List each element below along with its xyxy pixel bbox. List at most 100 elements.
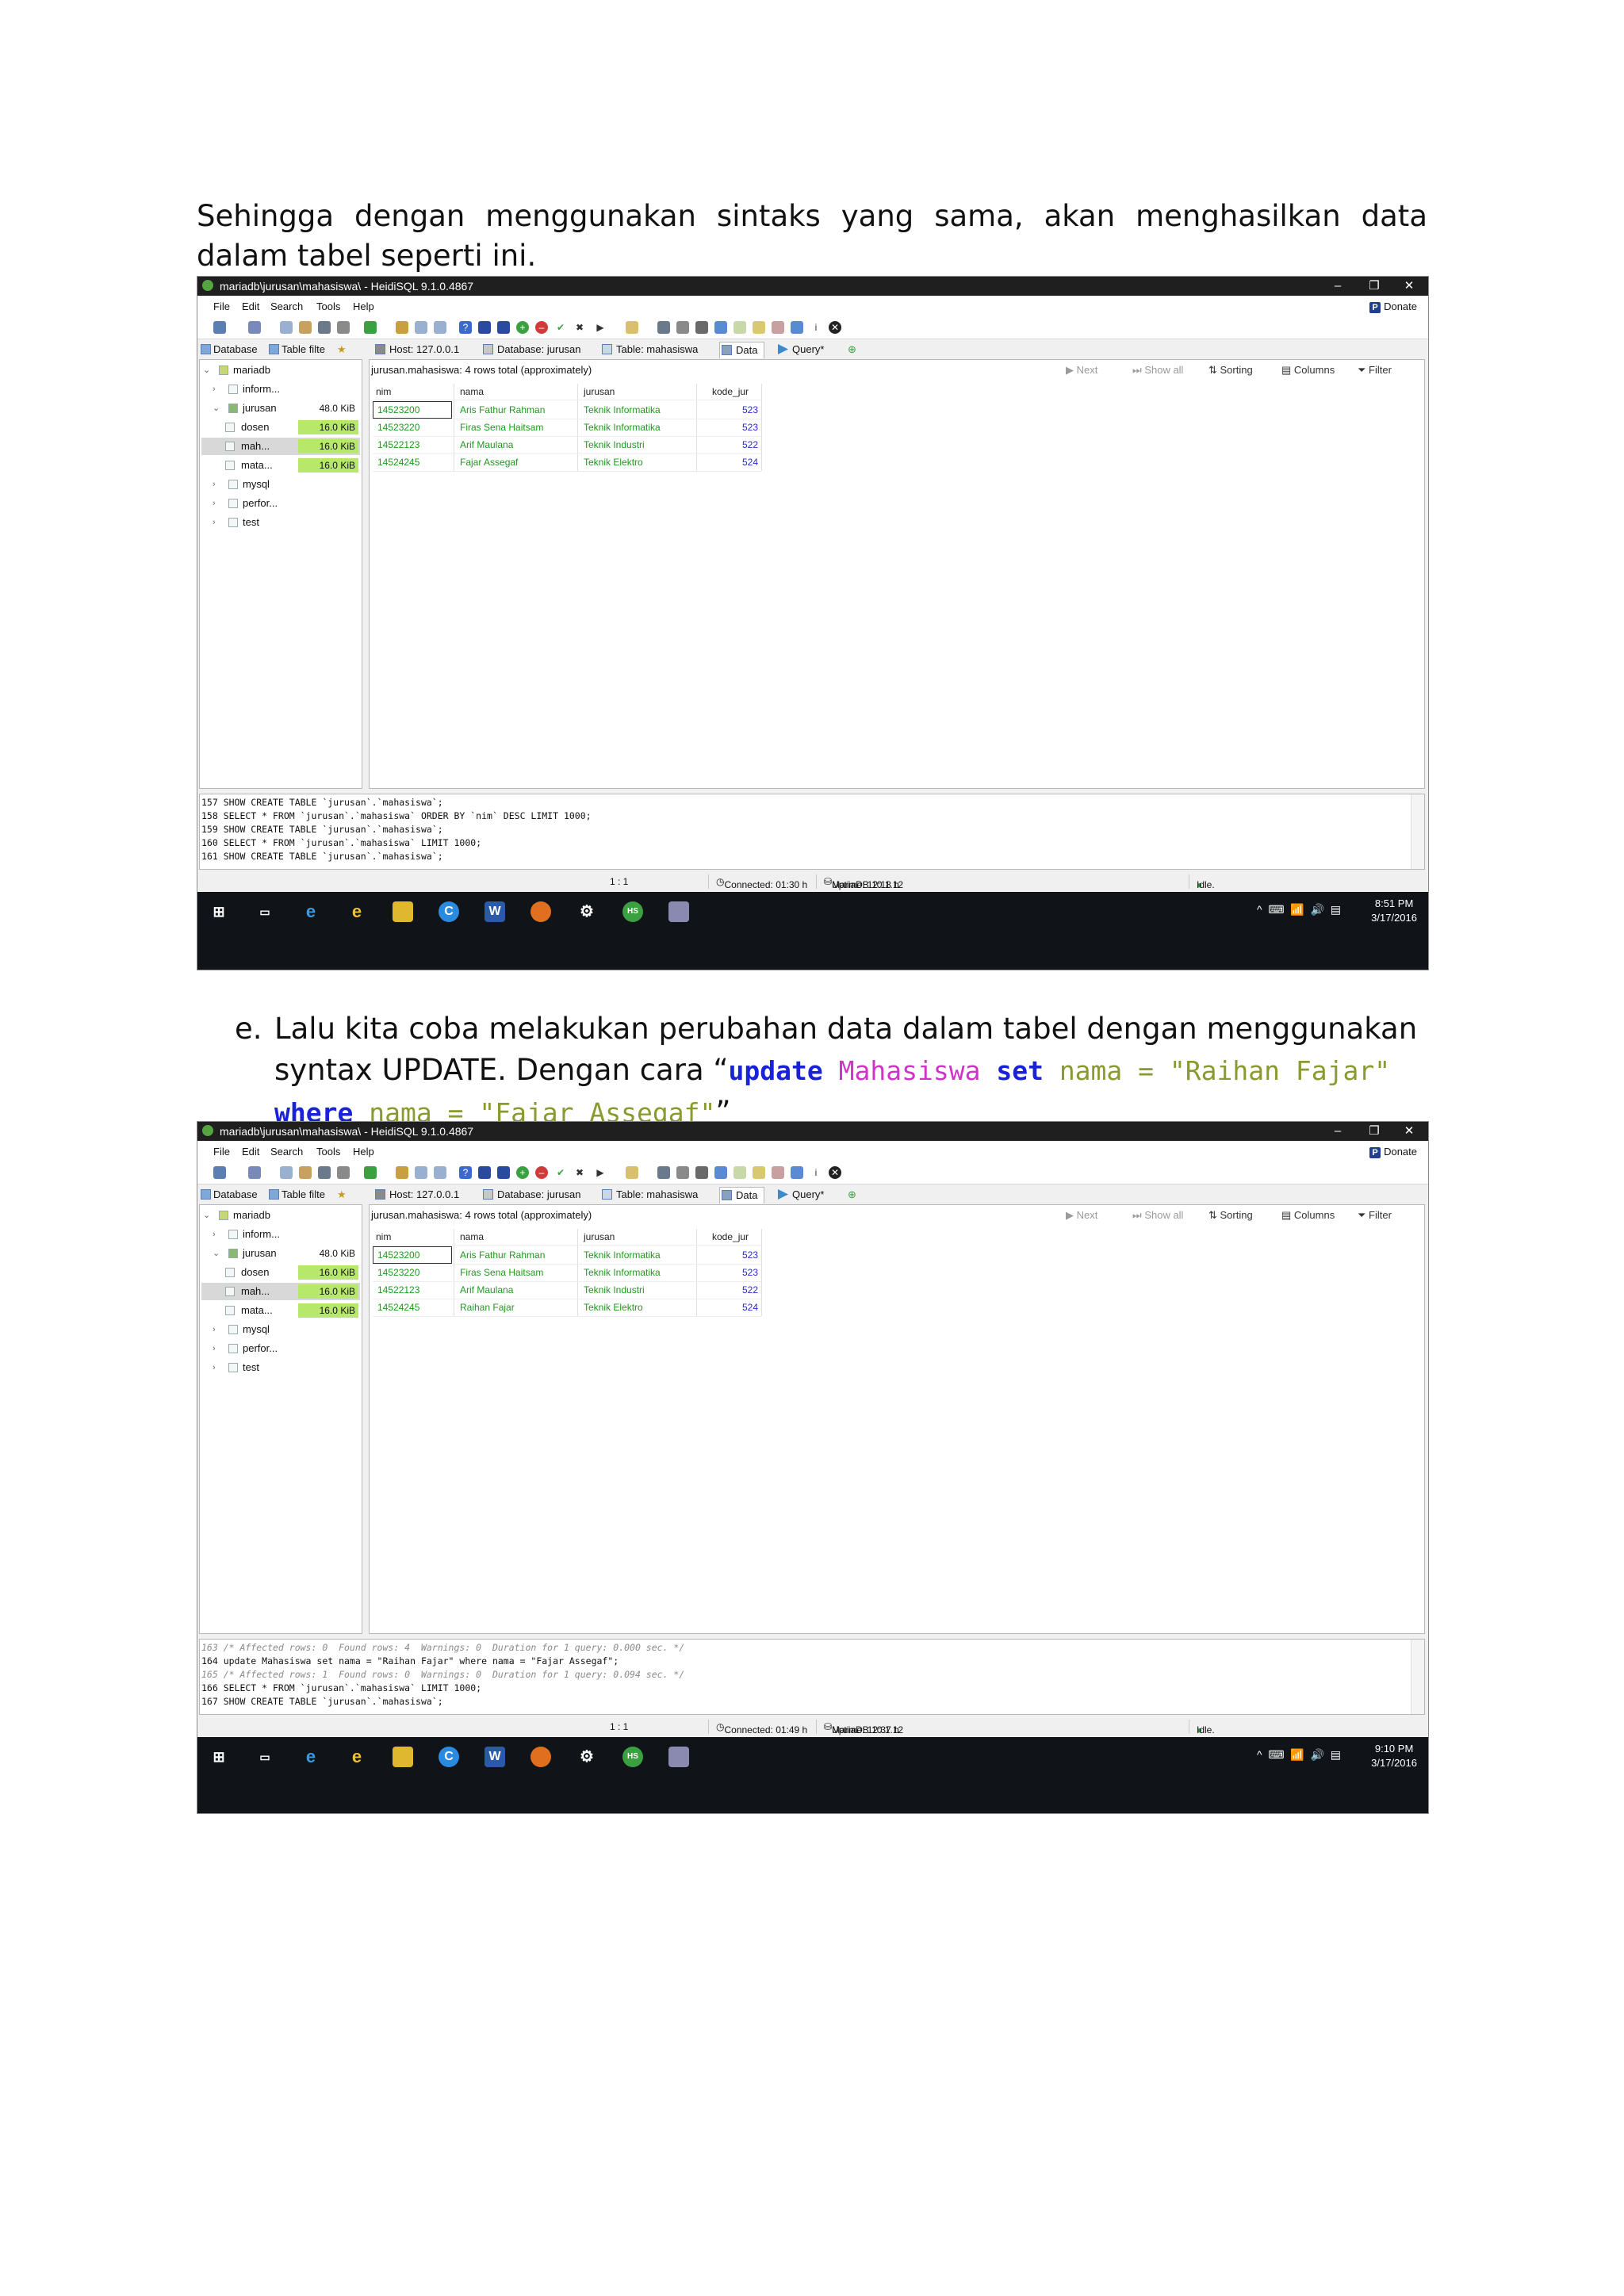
settings-icon[interactable]: ⚙ bbox=[576, 901, 597, 922]
column-header-kode-jur[interactable]: kode_jur bbox=[712, 1229, 749, 1245]
log-scrollbar[interactable] bbox=[1411, 1640, 1424, 1714]
task-view-icon[interactable]: ▭ bbox=[255, 901, 275, 922]
minimize-icon[interactable]: – bbox=[1322, 278, 1354, 294]
tree-node-jurusan[interactable]: ⌄ jurusan 48.0 KiB bbox=[213, 1245, 360, 1262]
insert-record-icon[interactable]: + bbox=[516, 321, 529, 334]
restore-icon[interactable]: ❐ bbox=[1358, 278, 1390, 294]
column-header-nim[interactable]: nim bbox=[376, 1229, 391, 1245]
cell-nama[interactable]: Arif Maulana bbox=[460, 1281, 579, 1299]
app-icon[interactable]: C bbox=[439, 901, 459, 922]
edge-icon[interactable]: e bbox=[301, 1747, 321, 1767]
user-manager-icon[interactable] bbox=[396, 321, 408, 334]
disconnect-icon[interactable] bbox=[248, 321, 261, 334]
column-header-kode-jur[interactable]: kode_jur bbox=[712, 384, 749, 400]
column-header-jurusan[interactable]: jurusan bbox=[584, 1229, 615, 1245]
first-record-icon[interactable] bbox=[478, 321, 491, 334]
menu-help[interactable]: Help bbox=[353, 300, 374, 312]
cell-nim[interactable]: 14523200 bbox=[377, 401, 454, 419]
tool-icon[interactable] bbox=[668, 1747, 689, 1767]
tree-node-mahasiswa[interactable]: mah... 16.0 KiB bbox=[201, 438, 360, 455]
cell-kode-jur[interactable]: 523 bbox=[698, 1264, 758, 1281]
post-record-icon[interactable]: ✔ bbox=[554, 1166, 567, 1179]
cell-jurusan[interactable]: Teknik Informatika bbox=[584, 419, 695, 436]
cell-nama[interactable]: Fajar Assegaf bbox=[460, 453, 579, 471]
file-explorer-icon[interactable] bbox=[393, 1747, 413, 1767]
internet-explorer-icon[interactable]: e bbox=[347, 901, 367, 922]
load-sql-icon[interactable] bbox=[676, 321, 689, 334]
run-query-icon[interactable]: ▶ bbox=[594, 321, 607, 334]
tree-node-mysql[interactable]: › mysql bbox=[213, 1321, 360, 1338]
column-header-nim[interactable]: nim bbox=[376, 384, 391, 400]
star-icon[interactable]: ★ bbox=[337, 342, 347, 358]
star-icon[interactable]: ★ bbox=[337, 1187, 347, 1203]
menu-search[interactable]: Search bbox=[270, 1146, 303, 1158]
tree-node-performance-schema[interactable]: › perfor... bbox=[213, 495, 360, 512]
log-scrollbar[interactable] bbox=[1411, 794, 1424, 869]
tree-node-information-schema[interactable]: › inform... bbox=[213, 381, 360, 398]
next-button[interactable]: ▶ Next bbox=[1066, 362, 1097, 379]
tree-node-mariadb[interactable]: ⌄ mariadb bbox=[203, 362, 358, 379]
menu-search[interactable]: Search bbox=[270, 300, 303, 312]
tree-node-test[interactable]: › test bbox=[213, 514, 360, 531]
column-header-nama[interactable]: nama bbox=[460, 384, 484, 400]
cell-jurusan[interactable]: Teknik Elektro bbox=[584, 453, 695, 471]
menu-tools[interactable]: Tools bbox=[316, 300, 340, 312]
tab-database-filter[interactable]: Database bbox=[199, 1187, 258, 1203]
cell-nim[interactable]: 14524245 bbox=[377, 1299, 454, 1316]
windows-start-icon[interactable]: ⊞ bbox=[209, 1747, 229, 1767]
close-icon[interactable]: ✕ bbox=[1393, 1123, 1425, 1139]
column-header-nama[interactable]: nama bbox=[460, 1229, 484, 1245]
cell-jurusan[interactable]: Teknik Elektro bbox=[584, 1299, 695, 1316]
show-all-button[interactable]: ⏭ Show all bbox=[1132, 362, 1183, 379]
cell-nama[interactable]: Arif Maulana bbox=[460, 436, 579, 453]
cell-nim[interactable]: 14522123 bbox=[377, 1281, 454, 1299]
cell-kode-jur[interactable]: 523 bbox=[698, 1246, 758, 1264]
session-manager-icon[interactable] bbox=[213, 1166, 226, 1179]
tab-data[interactable]: Data bbox=[719, 342, 765, 358]
search-icon[interactable] bbox=[626, 1166, 638, 1179]
heidisql-taskbar-icon[interactable]: HS bbox=[622, 1747, 643, 1767]
tab-host[interactable]: Host: 127.0.0.1 bbox=[373, 1187, 459, 1203]
new-query-tab-icon[interactable]: ⊕ bbox=[848, 1187, 856, 1203]
cell-kode-jur[interactable]: 522 bbox=[698, 1281, 758, 1299]
tab-table[interactable]: Table: mahasiswa bbox=[600, 342, 698, 358]
cell-kode-jur[interactable]: 524 bbox=[698, 1299, 758, 1316]
tools-icon[interactable] bbox=[772, 1166, 784, 1179]
cell-kode-jur[interactable]: 523 bbox=[698, 419, 758, 436]
insert-record-icon[interactable]: + bbox=[516, 1166, 529, 1179]
load-sql-icon[interactable] bbox=[676, 1166, 689, 1179]
cell-nama[interactable]: Aris Fathur Rahman bbox=[460, 401, 579, 419]
cell-nama[interactable]: Firas Sena Haitsam bbox=[460, 1264, 579, 1281]
refresh-icon[interactable] bbox=[364, 321, 377, 334]
donate-button[interactable]: P Donate bbox=[1369, 300, 1417, 313]
show-all-button[interactable]: ⏭ Show all bbox=[1132, 1207, 1183, 1224]
sorting-button[interactable]: ⇅ Sorting bbox=[1208, 1207, 1253, 1224]
search-icon[interactable] bbox=[626, 321, 638, 334]
help-icon[interactable]: ? bbox=[459, 321, 472, 334]
cell-nama[interactable]: Raihan Fajar bbox=[460, 1299, 579, 1316]
tab-host[interactable]: Host: 127.0.0.1 bbox=[373, 342, 459, 358]
firefox-icon[interactable] bbox=[530, 1747, 551, 1767]
tree-node-performance-schema[interactable]: › perfor... bbox=[213, 1340, 360, 1357]
app-icon[interactable]: C bbox=[439, 1747, 459, 1767]
save-icon[interactable] bbox=[657, 1166, 670, 1179]
windows-start-icon[interactable]: ⊞ bbox=[209, 901, 229, 922]
help-icon[interactable]: ? bbox=[459, 1166, 472, 1179]
edit-icon[interactable] bbox=[733, 321, 746, 334]
format-sql-icon[interactable] bbox=[714, 321, 727, 334]
cell-jurusan[interactable]: Teknik Industri bbox=[584, 1281, 695, 1299]
favorite-icon[interactable] bbox=[753, 321, 765, 334]
print-icon[interactable] bbox=[337, 1166, 350, 1179]
paste-icon[interactable] bbox=[299, 321, 312, 334]
tab-data[interactable]: Data bbox=[719, 1187, 765, 1203]
tab-database-filter[interactable]: Database bbox=[199, 342, 258, 358]
restore-icon[interactable]: ❐ bbox=[1358, 1123, 1390, 1139]
tab-query[interactable]: Query* bbox=[776, 342, 824, 358]
close-icon[interactable]: ✕ bbox=[1393, 278, 1425, 294]
sorting-button[interactable]: ⇅ Sorting bbox=[1208, 362, 1253, 379]
menu-file[interactable]: File bbox=[213, 1146, 230, 1158]
new-query-tab-icon[interactable]: ⊕ bbox=[848, 342, 856, 358]
import-icon[interactable] bbox=[415, 321, 427, 334]
word-icon[interactable]: W bbox=[485, 901, 505, 922]
exit-icon[interactable]: ✕ bbox=[829, 1166, 841, 1179]
